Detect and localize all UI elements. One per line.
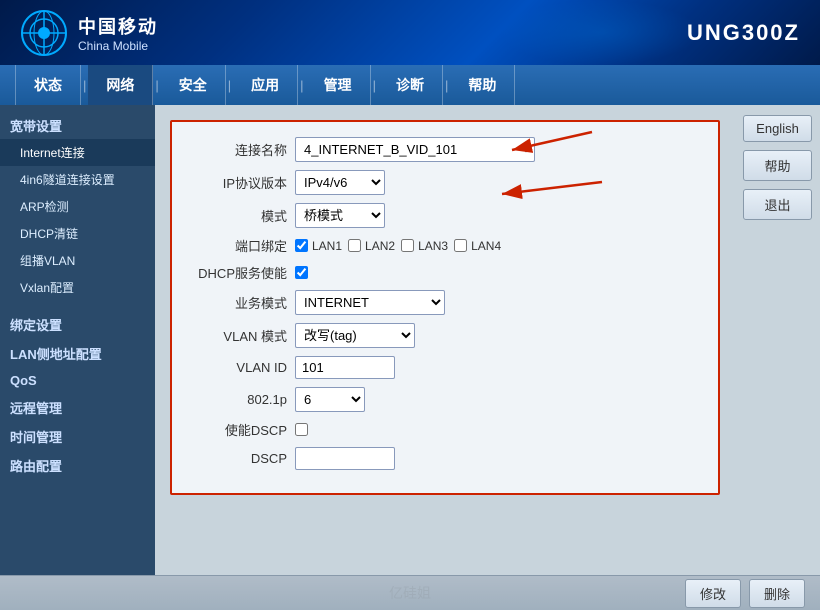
nav-sep-4: | [298,78,305,93]
main-layout: 宽带设置 Internet连接 4in6隧道连接设置 ARP检测 DHCP清链 … [0,105,820,575]
port-lan2-label[interactable]: LAN2 [348,239,395,253]
port-lan4-label[interactable]: LAN4 [454,239,501,253]
sidebar-group-route[interactable]: 路由配置 [0,450,155,479]
dscp-enable-row: 使能DSCP [192,420,698,439]
delete-button[interactable]: 删除 [749,579,805,608]
nav-item-diag[interactable]: 诊断 [378,65,443,105]
mode-row: 模式 桥模式 路由模式 [192,203,698,228]
port-lan3-checkbox[interactable] [401,239,414,252]
dscp-enable-label: 使能DSCP [192,420,287,439]
nav-sep-3: | [226,78,233,93]
nav-item-help[interactable]: 帮助 [450,65,515,105]
port-checkboxes: LAN1 LAN2 LAN3 LAN4 [295,239,501,253]
header-globe [500,0,700,65]
dhcp-enable-row: DHCP服务使能 [192,263,698,282]
sidebar-group-remote[interactable]: 远程管理 [0,392,155,421]
dot1p-select[interactable]: 0123 4567 [295,387,365,412]
logo-icon [20,9,68,57]
sidebar-item-multicast-vlan[interactable]: 组播VLAN [0,247,155,274]
service-mode-select[interactable]: INTERNET OTHER [295,290,445,315]
connection-name-select[interactable]: 4_INTERNET_B_VID_101 [295,137,535,162]
sidebar-group-bind: 绑定设置 [0,309,155,338]
port-lan4-checkbox[interactable] [454,239,467,252]
service-mode-row: 业务模式 INTERNET OTHER [192,290,698,315]
sidebar-item-4in6[interactable]: 4in6隧道连接设置 [0,166,155,193]
port-binding-label: 端口绑定 [192,236,287,255]
logo-text: 中国移动 China Mobile [78,13,158,53]
connection-name-label: 连接名称 [192,140,287,159]
logo-area: 中国移动 China Mobile [20,9,158,57]
nav-item-manage[interactable]: 管理 [306,65,371,105]
vlan-mode-select[interactable]: 改写(tag) 透传 不处理 [295,323,415,348]
form-box: 连接名称 4_INTERNET_B_VID_101 IP协议版本 IPv4/v6… [170,120,720,495]
nav-item-status[interactable]: 状态 [15,65,81,105]
nav-item-network[interactable]: 网络 [88,65,153,105]
dscp-label: DSCP [192,451,287,466]
nav-sep-1: | [81,78,88,93]
logo-en: China Mobile [78,39,158,53]
sidebar: 宽带设置 Internet连接 4in6隧道连接设置 ARP检测 DHCP清链 … [0,105,155,575]
ip-version-select[interactable]: IPv4/v6 IPv4 IPv6 [295,170,385,195]
mode-select[interactable]: 桥模式 路由模式 [295,203,385,228]
vlan-id-label: VLAN ID [192,360,287,375]
nav-item-security[interactable]: 安全 [161,65,226,105]
sidebar-item-arp[interactable]: ARP检测 [0,193,155,220]
port-lan1-label[interactable]: LAN1 [295,239,342,253]
nav-bar: 状态 | 网络 | 安全 | 应用 | 管理 | 诊断 | 帮助 [0,65,820,105]
right-panel: English 帮助 退出 [735,105,820,575]
port-lan2-checkbox[interactable] [348,239,361,252]
model-name: UNG300Z [687,20,800,46]
dot1p-row: 802.1p 0123 4567 [192,387,698,412]
content-area: 网络亿硅姐 连接名称 4_INTERNET_B_VID_101 IP协议版本 I… [155,105,735,575]
dscp-input[interactable] [295,447,395,470]
port-binding-row: 端口绑定 LAN1 LAN2 LAN3 [192,236,698,255]
sidebar-item-dhcp[interactable]: DHCP清链 [0,220,155,247]
vlan-mode-row: VLAN 模式 改写(tag) 透传 不处理 [192,323,698,348]
help-button[interactable]: 帮助 [743,150,812,181]
sidebar-group-qos[interactable]: QoS [0,367,155,392]
sidebar-group-time[interactable]: 时间管理 [0,421,155,450]
vlan-mode-label: VLAN 模式 [192,326,287,345]
connection-name-row: 连接名称 4_INTERNET_B_VID_101 [192,137,698,162]
port-lan3-label[interactable]: LAN3 [401,239,448,253]
sidebar-item-vxlan[interactable]: Vxlan配置 [0,274,155,301]
dscp-row: DSCP [192,447,698,470]
ip-version-row: IP协议版本 IPv4/v6 IPv4 IPv6 [192,170,698,195]
service-mode-label: 业务模式 [192,293,287,312]
footer-watermark: 亿硅姐 [389,583,431,603]
dot1p-label: 802.1p [192,392,287,407]
vlan-id-row: VLAN ID [192,356,698,379]
header: 中国移动 China Mobile UNG300Z [0,0,820,65]
dhcp-enable-label: DHCP服务使能 [192,263,287,282]
nav-sep-6: | [443,78,450,93]
port-lan1-checkbox[interactable] [295,239,308,252]
modify-button[interactable]: 修改 [685,579,741,608]
exit-button[interactable]: 退出 [743,189,812,220]
mode-label: 模式 [192,206,287,225]
sidebar-item-internet[interactable]: Internet连接 [0,139,155,166]
logo-cn: 中国移动 [78,13,158,39]
sidebar-group-lan[interactable]: LAN侧地址配置 [0,338,155,367]
dscp-enable-checkbox[interactable] [295,423,308,436]
footer: 亿硅姐 修改 删除 [0,575,820,610]
dhcp-enable-checkbox[interactable] [295,266,308,279]
nav-sep-2: | [153,78,160,93]
english-button[interactable]: English [743,115,812,142]
vlan-id-input[interactable] [295,356,395,379]
nav-sep-5: | [371,78,378,93]
nav-item-app[interactable]: 应用 [233,65,298,105]
ip-version-label: IP协议版本 [192,173,287,192]
sidebar-group-broadband: 宽带设置 [0,110,155,139]
